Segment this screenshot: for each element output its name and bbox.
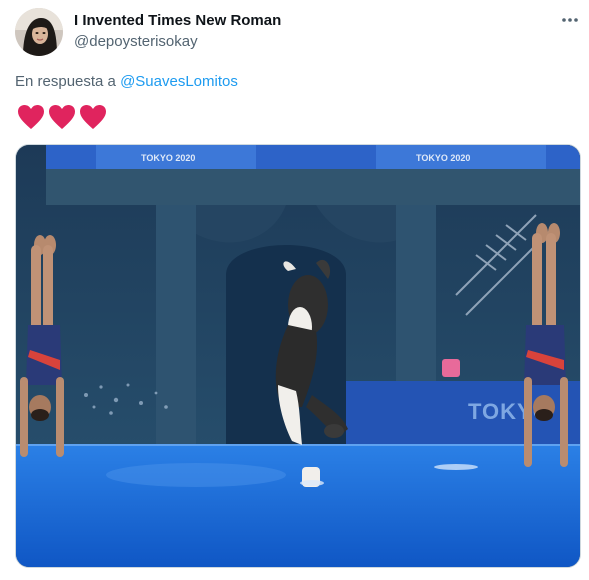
red-heart-emoji	[80, 105, 106, 129]
user-handle[interactable]: @depoysterisokay	[74, 33, 198, 50]
red-heart-emoji	[18, 105, 44, 129]
tweet-emoji-text	[17, 104, 107, 130]
more-options-button[interactable]	[556, 8, 584, 32]
banner-text-right: TOKYO 2020	[416, 153, 470, 163]
mention-link[interactable]: @SuavesLomitos	[120, 73, 238, 90]
red-heart-emoji	[49, 105, 75, 129]
more-horizontal-icon	[562, 18, 578, 22]
reply-prefix: En respuesta a	[15, 73, 116, 90]
banner-text-left: TOKYO 2020	[141, 153, 195, 163]
avatar[interactable]	[15, 8, 63, 56]
tweet[interactable]: I Invented Times New Roman @depoysteriso…	[0, 0, 589, 580]
tweet-media-image[interactable]: TOKYO 2020 TOKYO 2020 TOKYO	[15, 144, 581, 568]
display-name[interactable]: I Invented Times New Roman	[74, 12, 281, 29]
reply-context: En respuesta a @SuavesLomitos	[15, 73, 238, 90]
